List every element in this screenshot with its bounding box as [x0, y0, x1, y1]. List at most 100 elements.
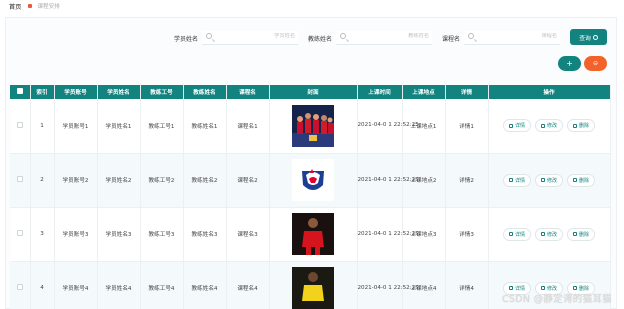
detail-button-label: 详情 [514, 177, 525, 184]
course-table: 索引 学员账号 学员姓名 教练工号 教练姓名 课程名 封面 上课时间 上课地点 … [10, 85, 611, 309]
cell-index: 1 [30, 99, 55, 154]
detail-button[interactable]: 详情 [503, 119, 531, 133]
cell-actions: 详情 修改 删除 [488, 153, 611, 208]
pencil-icon [540, 286, 545, 290]
cell-student-name: 学员姓名3 [97, 207, 141, 262]
cell-index: 3 [30, 207, 55, 262]
search-icon [468, 33, 475, 39]
col-course: 课程名 [226, 85, 270, 99]
query-button[interactable]: 查询 [570, 29, 607, 45]
cell-student-name: 学员姓名4 [97, 261, 141, 309]
detail-button-label: 详情 [514, 123, 525, 130]
col-coach-id: 教练工号 [140, 85, 184, 99]
edit-button[interactable]: 修改 [535, 173, 563, 187]
search-student-group: 学员姓名 [174, 30, 299, 46]
edit-button-label: 修改 [546, 177, 557, 184]
table-header-row: 索引 学员账号 学员姓名 教练工号 教练姓名 课程名 封面 上课时间 上课地点 … [10, 85, 611, 99]
col-index: 索引 [30, 85, 55, 99]
watermark: CSDN @静定谔的猫耳猫 [501, 294, 612, 305]
col-cover: 封面 [269, 85, 358, 99]
cell-detail: 详情1 [445, 99, 489, 154]
col-student-name: 学员姓名 [97, 85, 141, 99]
rooster-logo-image [292, 159, 334, 201]
cell-detail: 详情2 [445, 153, 489, 208]
document-icon [508, 232, 513, 236]
checkbox-icon [16, 230, 23, 236]
cell-coach-name: 教练姓名4 [183, 261, 227, 309]
edit-button[interactable]: 修改 [535, 227, 563, 241]
table-row: 1 学员账号1 学员姓名1 教练工号1 教练姓名1 课程名1 2021-04-0… [10, 99, 611, 154]
batch-delete-button[interactable]: ⊖ [584, 56, 607, 71]
add-button[interactable]: + [558, 56, 581, 71]
breadcrumb: 首页 课程安排 [0, 0, 624, 12]
breadcrumb-current: 课程安排 [37, 4, 60, 10]
team-celebration-image [292, 104, 334, 147]
cell-student-account: 学员账号4 [54, 261, 98, 309]
pencil-icon [540, 232, 545, 236]
delete-button-label: 删除 [578, 123, 589, 130]
cell-student-account: 学员账号3 [54, 207, 98, 262]
search-student-box[interactable] [202, 31, 299, 45]
detail-button[interactable]: 详情 [503, 173, 531, 187]
table-row: 3 学员账号3 学员姓名3 教练工号3 教练姓名3 课程名3 2021-04-0… [10, 207, 611, 262]
search-course-input[interactable] [487, 33, 558, 39]
checkbox-icon [16, 121, 23, 128]
delete-button-label: 删除 [578, 177, 589, 184]
search-coach-input[interactable] [359, 33, 430, 39]
cell-time: 2021-04-0 1 22:52:25 [357, 207, 419, 262]
cell-student-account: 学员账号1 [54, 99, 98, 154]
cell-course: 课程名4 [226, 261, 270, 309]
search-student-label: 学员姓名 [174, 35, 199, 43]
detail-button[interactable]: 详情 [503, 227, 531, 241]
breadcrumb-home[interactable]: 首页 [9, 2, 21, 11]
pencil-icon [540, 123, 545, 128]
search-student-input[interactable] [225, 33, 296, 39]
cell-student-name: 学员姓名1 [97, 99, 141, 154]
delete-button[interactable]: 删除 [567, 227, 595, 241]
row-checkbox[interactable] [10, 99, 31, 154]
delete-button-label: 删除 [578, 231, 589, 238]
cell-actions: 详情 修改 删除 [488, 207, 611, 262]
delete-button[interactable]: 删除 [567, 119, 595, 133]
search-coach-group: 教练姓名 [308, 30, 433, 46]
search-coach-box[interactable] [336, 31, 433, 45]
search-icon [206, 33, 213, 39]
cell-cover [269, 153, 358, 208]
cell-index: 4 [30, 261, 55, 309]
cell-detail: 详情4 [445, 261, 489, 309]
cell-time: 2021-04-0 1 22:52:25 [357, 153, 419, 208]
document-icon [508, 178, 513, 182]
edit-button-label: 修改 [546, 123, 557, 130]
search-icon [340, 33, 347, 39]
delete-button[interactable]: 删除 [567, 173, 595, 187]
cell-coach-name: 教练姓名3 [183, 207, 227, 262]
checkbox-icon [16, 176, 23, 182]
select-all-checkbox[interactable] [10, 85, 31, 99]
search-course-box[interactable] [464, 31, 561, 45]
checkbox-icon [16, 88, 23, 94]
detail-button-label: 详情 [514, 231, 525, 238]
col-actions: 操作 [488, 85, 611, 99]
row-checkbox[interactable] [10, 153, 31, 208]
document-icon [508, 123, 513, 128]
cell-time: 2021-04-0 1 22:52:25 [357, 99, 419, 154]
row-checkbox[interactable] [10, 207, 31, 262]
checkbox-icon [16, 284, 23, 290]
cell-coach-name: 教练姓名2 [183, 153, 227, 208]
cell-coach-name: 教练姓名1 [183, 99, 227, 154]
col-time: 上课时间 [357, 85, 403, 99]
breadcrumb-separator-icon [28, 4, 33, 8]
search-icon [592, 34, 598, 40]
player-red-image [292, 213, 334, 255]
cell-cover [269, 261, 358, 309]
cell-coach-id: 教练工号1 [140, 99, 184, 154]
cell-student-account: 学员账号2 [54, 153, 98, 208]
cell-coach-id: 教练工号2 [140, 153, 184, 208]
edit-button-label: 修改 [546, 231, 557, 238]
cell-course: 课程名3 [226, 207, 270, 262]
row-checkbox[interactable] [10, 261, 31, 309]
search-coach-label: 教练姓名 [308, 35, 333, 43]
edit-button[interactable]: 修改 [535, 119, 563, 133]
player-yellow-image [292, 267, 334, 309]
query-button-label: 查询 [579, 35, 591, 42]
